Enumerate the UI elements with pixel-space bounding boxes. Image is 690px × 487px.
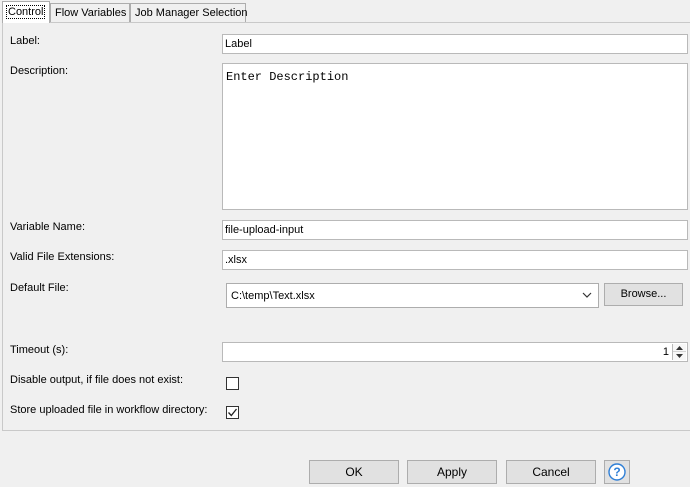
- tab-bar: Control Flow Variables Job Manager Selec…: [0, 0, 690, 23]
- store-uploaded-label: Store uploaded file in workflow director…: [10, 404, 208, 416]
- default-file-label: Default File:: [10, 282, 69, 294]
- tab-job-manager-selection[interactable]: Job Manager Selection: [130, 3, 248, 23]
- description-textarea[interactable]: Enter Description: [222, 63, 688, 210]
- tab-flow-variables-label: Flow Variables: [55, 7, 127, 19]
- valid-extensions-input[interactable]: .xlsx: [222, 250, 688, 270]
- arrow-up-icon: [676, 345, 683, 350]
- timeout-label: Timeout (s):: [10, 344, 69, 356]
- tab-flow-variables[interactable]: Flow Variables: [50, 3, 130, 23]
- svg-text:?: ?: [613, 465, 620, 479]
- label-field-label: Label:: [10, 35, 40, 47]
- help-icon: ?: [608, 463, 626, 481]
- spinner-down-button[interactable]: [673, 352, 686, 360]
- disable-output-label: Disable output, if file does not exist:: [10, 374, 184, 386]
- browse-button[interactable]: Browse...: [604, 283, 683, 306]
- timeout-value: 1: [662, 346, 669, 358]
- help-button[interactable]: ?: [604, 460, 630, 484]
- label-input[interactable]: Label: [222, 34, 688, 54]
- tab-control-label: Control: [5, 5, 46, 19]
- timeout-spinner[interactable]: 1: [222, 342, 688, 362]
- spinner-up-button[interactable]: [673, 344, 686, 352]
- disable-output-checkbox[interactable]: [226, 377, 239, 390]
- spinner-buttons: [672, 344, 686, 360]
- cancel-button[interactable]: Cancel: [506, 460, 596, 484]
- valid-extensions-label: Valid File Extensions:: [10, 251, 115, 263]
- arrow-down-icon: [676, 354, 683, 358]
- checkmark-icon: [228, 408, 238, 417]
- store-uploaded-checkbox[interactable]: [226, 406, 239, 419]
- tab-control[interactable]: Control: [2, 1, 50, 23]
- default-file-combo[interactable]: C:\temp\Text.xlsx: [226, 283, 599, 308]
- variable-name-label: Variable Name:: [10, 221, 85, 233]
- chevron-down-icon: [582, 292, 592, 298]
- tab-job-manager-selection-label: Job Manager Selection: [135, 7, 248, 19]
- apply-button[interactable]: Apply: [407, 460, 497, 484]
- variable-name-input[interactable]: file-upload-input: [222, 220, 688, 240]
- control-panel: Label: Label Description: Enter Descript…: [2, 22, 690, 431]
- default-file-value: C:\temp\Text.xlsx: [231, 290, 315, 302]
- ok-button[interactable]: OK: [309, 460, 399, 484]
- description-field-label: Description:: [10, 65, 69, 77]
